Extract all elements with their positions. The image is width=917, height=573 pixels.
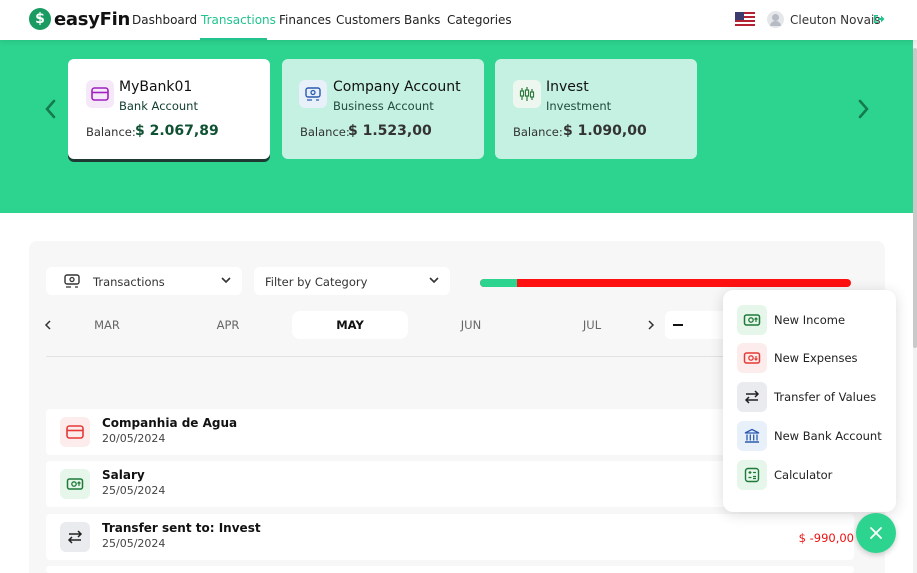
close-icon [870, 527, 882, 539]
card-expense-icon [60, 417, 90, 447]
month-tab-jun[interactable]: JUN [413, 311, 529, 339]
transfer-icon [60, 522, 90, 552]
nav-categories[interactable]: Categories [447, 13, 512, 27]
transaction-type-select[interactable]: Transactions [46, 267, 242, 295]
new-bank-account-label: New Bank Account [774, 429, 882, 443]
transaction-date: 20/05/2024 [102, 432, 166, 445]
category-filter-value: Filter by Category [265, 275, 368, 289]
nav-transactions[interactable]: Transactions [201, 13, 276, 27]
new-bank-account-button[interactable]: New Bank Account [737, 421, 887, 451]
transaction-title: Companhia de Agua [102, 416, 238, 430]
money-cycle-icon [64, 274, 80, 288]
account-name: Company Account [333, 79, 461, 95]
new-expenses-label: New Expenses [774, 351, 858, 365]
scrollbar-thumb[interactable] [913, 48, 917, 348]
transaction-title: Salary [102, 468, 145, 482]
calculator-label: Calculator [774, 468, 833, 482]
month-tab-may[interactable]: MAY [292, 311, 408, 339]
account-name: MyBank01 [119, 79, 193, 95]
account-type: Business Account [333, 99, 434, 113]
top-navbar: $ easyFin Dashboard Transactions Finance… [0, 0, 917, 40]
balance-label: Balance: [86, 125, 136, 139]
app-name: easyFin [54, 8, 130, 30]
income-icon [737, 305, 767, 335]
logout-icon[interactable] [873, 13, 885, 25]
budget-progress-fill [480, 279, 517, 287]
app-logo[interactable]: $ easyFin [29, 8, 130, 30]
transaction-type-value: Transactions [93, 275, 165, 289]
chevron-down-icon [221, 277, 231, 284]
nav-finances[interactable]: Finances [279, 13, 331, 27]
new-expenses-button[interactable]: New Expenses [737, 343, 887, 373]
minus-icon [673, 324, 683, 326]
transaction-amount: $ -990,00 [798, 531, 854, 545]
account-type: Bank Account [119, 99, 198, 113]
us-flag-icon[interactable] [735, 12, 755, 26]
fab-close-button[interactable] [856, 513, 896, 553]
transfer-values-button[interactable]: Transfer of Values [737, 382, 887, 412]
bank-icon [737, 421, 767, 451]
transfer-values-label: Transfer of Values [774, 390, 877, 404]
month-tab-mar[interactable]: MAR [49, 311, 165, 339]
transaction-title: Transfer sent to: Invest [102, 521, 261, 535]
category-filter-select[interactable]: Filter by Category [254, 267, 450, 295]
transaction-row[interactable]: Transfer sent to: Invest 25/05/2024 $ -9… [46, 514, 854, 560]
active-nav-indicator [200, 38, 267, 40]
account-type: Investment [546, 99, 612, 113]
calculator-icon [737, 460, 767, 490]
new-income-label: New Income [774, 313, 846, 327]
account-card-company[interactable]: Company Account Business Account Balance… [282, 59, 484, 159]
nav-dashboard[interactable]: Dashboard [132, 13, 197, 27]
nav-customers[interactable]: Customers [336, 13, 401, 27]
transfer-icon [737, 382, 767, 412]
candlestick-icon [513, 80, 541, 108]
chevron-down-icon [429, 277, 439, 284]
credit-card-icon [86, 80, 114, 108]
money-cycle-icon [299, 80, 327, 108]
expense-icon [737, 343, 767, 373]
new-income-button[interactable]: New Income [737, 305, 887, 335]
quick-actions-menu: New Income New Expenses Transfer of Valu… [723, 290, 896, 512]
budget-progress-bar [480, 279, 851, 287]
month-tab-apr[interactable]: APR [170, 311, 286, 339]
user-avatar-icon[interactable] [767, 11, 784, 28]
transaction-row[interactable] [46, 566, 854, 573]
account-balance: $ 1.090,00 [563, 123, 647, 139]
nav-banks[interactable]: Banks [404, 13, 440, 27]
user-name[interactable]: Cleuton Novais [790, 13, 881, 27]
month-next-icon[interactable] [647, 319, 655, 331]
account-balance: $ 1.523,00 [348, 123, 432, 139]
calculator-button[interactable]: Calculator [737, 460, 887, 490]
carousel-next-icon[interactable] [855, 99, 871, 119]
transaction-date: 25/05/2024 [102, 484, 166, 497]
dollar-logo-icon: $ [29, 8, 51, 30]
cash-income-icon [60, 469, 90, 499]
account-balance: $ 2.067,89 [135, 123, 219, 139]
balance-label: Balance: [513, 125, 563, 139]
carousel-prev-icon[interactable] [43, 99, 59, 119]
account-name: Invest [546, 79, 589, 95]
transaction-date: 25/05/2024 [102, 537, 166, 550]
account-card-mybank01[interactable]: MyBank01 Bank Account Balance: $ 2.067,8… [68, 59, 270, 159]
balance-label: Balance: [300, 125, 350, 139]
month-tab-jul[interactable]: JUL [534, 311, 650, 339]
account-card-invest[interactable]: Invest Investment Balance: $ 1.090,00 [495, 59, 697, 159]
